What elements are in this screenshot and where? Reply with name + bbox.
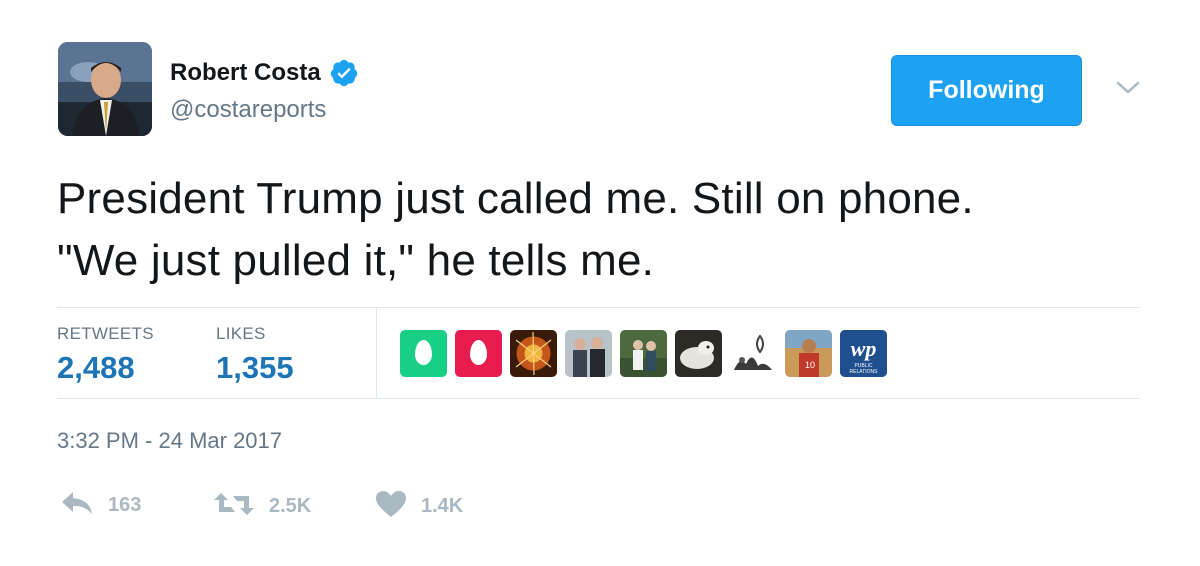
liker-avatar[interactable]: 10 [785,330,832,377]
like-count: 1.4K [421,495,464,517]
likes-label: LIKES [216,324,266,343]
liker-avatar[interactable] [675,330,722,377]
avatar[interactable] [58,42,152,136]
svg-text:RELATIONS: RELATIONS [850,369,879,375]
author-handle[interactable]: @costareports [170,96,326,124]
tweet-timestamp[interactable]: 3:32 PM - 24 Mar 2017 [57,428,282,454]
retweet-count: 2.5K [269,495,312,517]
likes-count: 1,355 [216,350,294,385]
verified-badge-icon [329,58,359,88]
reply-count: 163 [108,494,142,516]
retweets-count: 2,488 [57,350,135,385]
liker-avatar[interactable] [455,330,502,377]
egg-icon [470,340,487,365]
tweet-card: Robert Costa @costareports Following Pre… [0,0,1200,566]
divider [57,398,1140,399]
retweets-stat[interactable]: RETWEETS 2,488 [57,324,154,386]
divider [57,307,1140,308]
following-button[interactable]: Following [891,55,1082,126]
chevron-down-icon[interactable] [1115,78,1141,98]
reply-icon [60,490,94,521]
liker-avatar[interactable] [510,330,557,377]
egg-icon [415,340,432,365]
retweet-icon [213,490,255,523]
svg-text:wp: wp [851,336,877,361]
liker-avatar[interactable] [400,330,447,377]
heart-icon [375,490,407,523]
liker-avatars: 10 wp PUBLIC RELATIONS [400,330,895,377]
likes-stat[interactable]: LIKES 1,355 [216,324,294,386]
like-button[interactable]: 1.4K [375,490,463,523]
tweet-text: President Trump just called me. Still on… [57,168,1157,292]
liker-avatar[interactable] [565,330,612,377]
liker-avatar-wp[interactable]: wp PUBLIC RELATIONS [840,330,887,377]
retweet-button[interactable]: 2.5K [213,490,311,523]
tweet-line: "We just pulled it," he tells me. [57,236,655,285]
svg-text:10: 10 [805,360,815,370]
liker-avatar[interactable] [730,330,777,377]
reply-button[interactable]: 163 [60,490,141,521]
tweet-line: President Trump just called me. Still on… [57,174,974,223]
author-name[interactable]: Robert Costa [170,59,321,87]
liker-avatar[interactable] [620,330,667,377]
retweets-label: RETWEETS [57,324,154,343]
stats-divider [376,308,377,398]
